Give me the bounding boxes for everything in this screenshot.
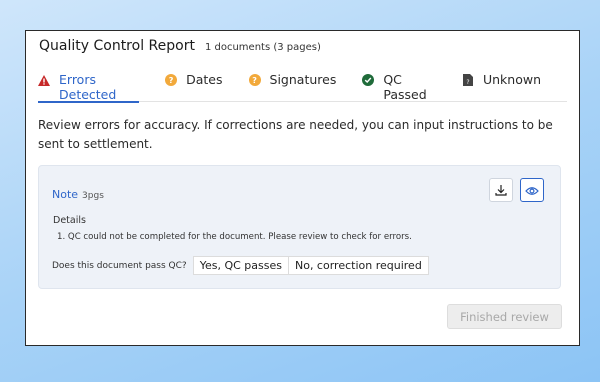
tab-bar: Errors Detected ? Dates ? Signatures QC … (38, 72, 567, 103)
check-circle-icon (362, 74, 375, 86)
question-circle-icon: ? (248, 74, 261, 86)
tab-dates[interactable]: ? Dates (165, 72, 223, 102)
tab-label: Dates (186, 72, 223, 87)
tab-qc-passed[interactable]: QC Passed (362, 72, 436, 102)
tab-label: Signatures (269, 72, 337, 87)
tab-label: QC Passed (383, 72, 427, 102)
tab-signatures[interactable]: ? Signatures (248, 72, 337, 102)
tab-label: Errors Detected (59, 72, 117, 102)
page-count: 3pgs (82, 191, 104, 201)
document-title-link[interactable]: Note (52, 188, 78, 201)
svg-text:?: ? (466, 79, 469, 86)
question-circle-icon: ? (165, 74, 178, 86)
tab-errors-detected[interactable]: Errors Detected (38, 72, 140, 103)
tab-label: Unknown (482, 72, 541, 87)
report-header: Quality Control Report 1 documents (3 pa… (39, 38, 321, 54)
details-item: 1. QC could not be completed for the doc… (57, 232, 412, 242)
qc-yes-button[interactable]: Yes, QC passes (192, 256, 289, 275)
preview-button[interactable] (520, 178, 544, 202)
qc-no-button[interactable]: No, correction required (288, 256, 429, 275)
tab-unknown[interactable]: ? Unknown (462, 72, 541, 102)
warning-triangle-icon (38, 74, 50, 86)
finished-review-button[interactable]: Finished review (447, 304, 562, 329)
document-card: Note 3pgs Details 1. QC could not be com… (38, 165, 561, 289)
qc-report-panel: Quality Control Report 1 documents (3 pa… (25, 30, 580, 346)
qc-question: Does this document pass QC? (52, 260, 187, 271)
eye-icon (525, 181, 539, 200)
details-label: Details (53, 215, 86, 226)
page-title: Quality Control Report (39, 38, 195, 54)
document-header: Note 3pgs (52, 188, 104, 201)
qc-question-row: Does this document pass QC? Yes, QC pass… (52, 256, 429, 275)
document-count: 1 documents (3 pages) (204, 42, 321, 53)
download-icon (495, 181, 507, 200)
download-button[interactable] (489, 178, 513, 202)
instructions-text: Review errors for accuracy. If correctio… (38, 118, 553, 151)
unknown-document-icon: ? (462, 74, 474, 86)
